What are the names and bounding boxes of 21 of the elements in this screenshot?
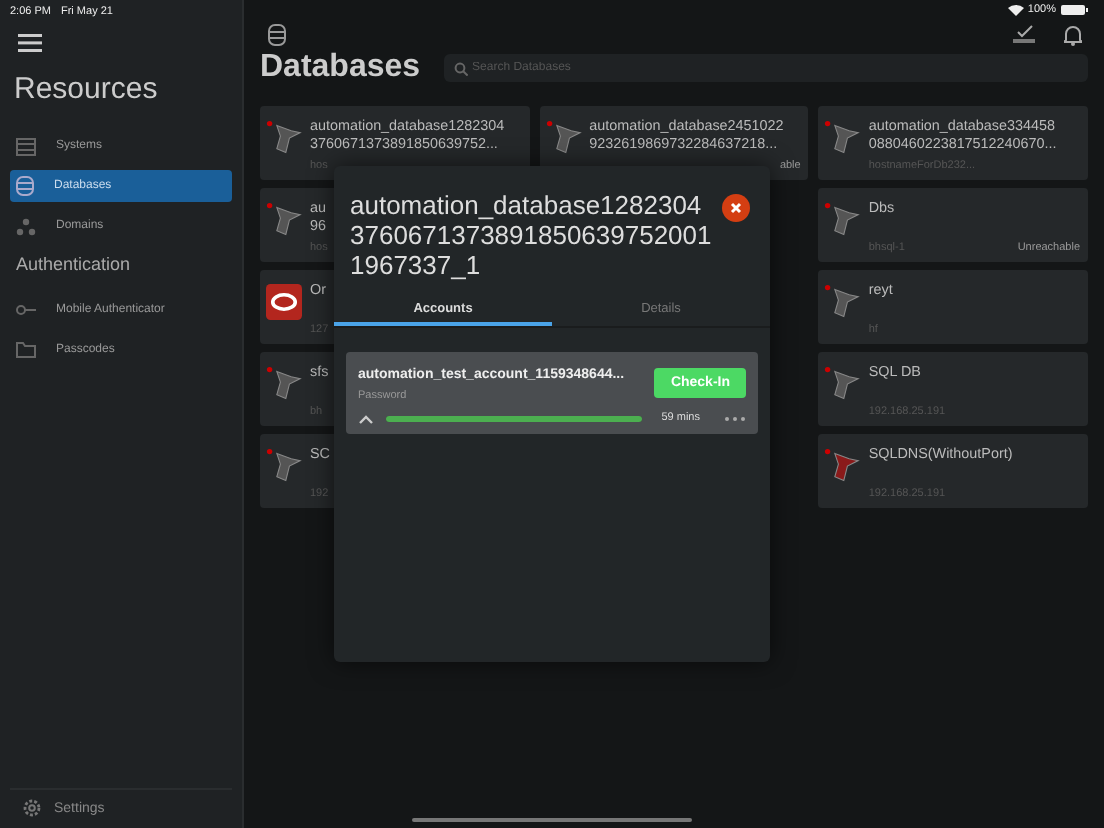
page-title: Databases xyxy=(260,50,421,86)
menu-icon[interactable] xyxy=(18,34,42,52)
chevron-up-icon[interactable] xyxy=(358,413,374,423)
database-icon xyxy=(16,176,34,196)
popup-title: automation_database128230437606713738918506397520011967337_1 xyxy=(350,190,714,280)
network-icon xyxy=(16,217,36,235)
server-icon xyxy=(16,137,36,155)
wifi-icon xyxy=(1007,4,1024,16)
checkmark-tray-icon[interactable] xyxy=(1012,24,1036,44)
close-icon xyxy=(730,202,742,214)
key-icon xyxy=(16,304,36,316)
battery-icon xyxy=(1060,4,1088,16)
search-icon xyxy=(454,62,469,76)
folder-icon xyxy=(16,342,36,358)
close-button[interactable] xyxy=(722,194,750,222)
bell-icon[interactable] xyxy=(1064,24,1082,46)
sidebar-title: Resources xyxy=(14,72,160,106)
section-heading: Authentication xyxy=(16,254,133,274)
database-icon[interactable] xyxy=(268,24,286,46)
settings-icon xyxy=(22,798,42,818)
more-icon[interactable] xyxy=(724,415,746,421)
